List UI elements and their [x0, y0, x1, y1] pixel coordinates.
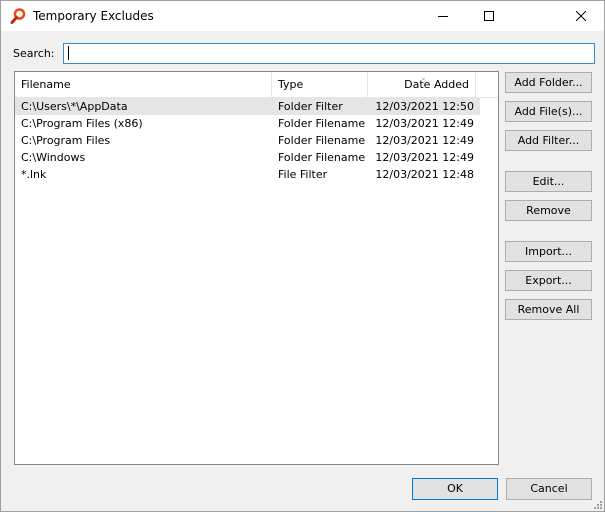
- row-type: Folder Filter: [278, 100, 343, 113]
- search-input[interactable]: [63, 43, 595, 64]
- column-header-type[interactable]: Type: [272, 72, 368, 97]
- exclude-list[interactable]: Filename Type Date Added ⌄ C:\Users\*\Ap…: [14, 71, 499, 465]
- table-row[interactable]: *.lnk File Filter 12/03/2021 12:48: [15, 166, 480, 183]
- remove-button[interactable]: Remove: [505, 200, 592, 221]
- add-filter-button[interactable]: Add Filter...: [505, 130, 592, 151]
- row-date: 12/03/2021 12:49: [375, 151, 474, 164]
- minimize-icon: [438, 16, 448, 17]
- row-date: 12/03/2021 12:50: [375, 100, 474, 113]
- row-filename: *.lnk: [21, 168, 47, 181]
- resize-grip-icon[interactable]: [592, 499, 602, 509]
- import-button[interactable]: Import...: [505, 241, 592, 262]
- list-header: Filename Type Date Added ⌄: [15, 72, 498, 98]
- add-folder-button[interactable]: Add Folder...: [505, 72, 592, 93]
- table-row[interactable]: C:\Program Files (x86) Folder Filename 1…: [15, 115, 480, 132]
- table-row[interactable]: C:\Program Files Folder Filename 12/03/2…: [15, 132, 480, 149]
- row-type: Folder Filename: [278, 117, 366, 130]
- search-label: Search:: [13, 47, 55, 60]
- table-row[interactable]: C:\Windows Folder Filename 12/03/2021 12…: [15, 149, 480, 166]
- column-header-filename[interactable]: Filename: [15, 72, 272, 97]
- row-date: 12/03/2021 12:48: [375, 168, 474, 181]
- close-icon: [576, 11, 586, 21]
- sort-descending-icon: ⌄: [420, 73, 427, 82]
- row-filename: C:\Program Files (x86): [21, 117, 143, 130]
- row-date: 12/03/2021 12:49: [375, 134, 474, 147]
- add-files-button[interactable]: Add File(s)...: [505, 101, 592, 122]
- row-filename: C:\Program Files: [21, 134, 111, 147]
- edit-button[interactable]: Edit...: [505, 171, 592, 192]
- row-date: 12/03/2021 12:49: [375, 117, 474, 130]
- cancel-button[interactable]: Cancel: [506, 478, 592, 500]
- table-row[interactable]: C:\Users\*\AppData Folder Filter 12/03/2…: [15, 98, 480, 115]
- window-title: Temporary Excludes: [33, 9, 154, 23]
- row-type: Folder Filename: [278, 134, 366, 147]
- title-bar[interactable]: Temporary Excludes: [1, 1, 604, 31]
- dialog-window: Temporary Excludes Search: Filename Type…: [0, 0, 605, 512]
- row-type: File Filter: [278, 168, 328, 181]
- remove-all-button[interactable]: Remove All: [505, 299, 592, 320]
- row-filename: C:\Windows: [21, 151, 86, 164]
- maximize-icon: [484, 11, 494, 21]
- maximize-button[interactable]: [466, 1, 512, 31]
- export-button[interactable]: Export...: [505, 270, 592, 291]
- magnifier-app-icon: [10, 8, 26, 24]
- close-button[interactable]: [558, 1, 604, 31]
- row-filename: C:\Users\*\AppData: [21, 100, 128, 113]
- ok-button[interactable]: OK: [412, 478, 498, 500]
- row-type: Folder Filename: [278, 151, 366, 164]
- text-caret: [68, 46, 69, 60]
- minimize-button[interactable]: [420, 1, 466, 31]
